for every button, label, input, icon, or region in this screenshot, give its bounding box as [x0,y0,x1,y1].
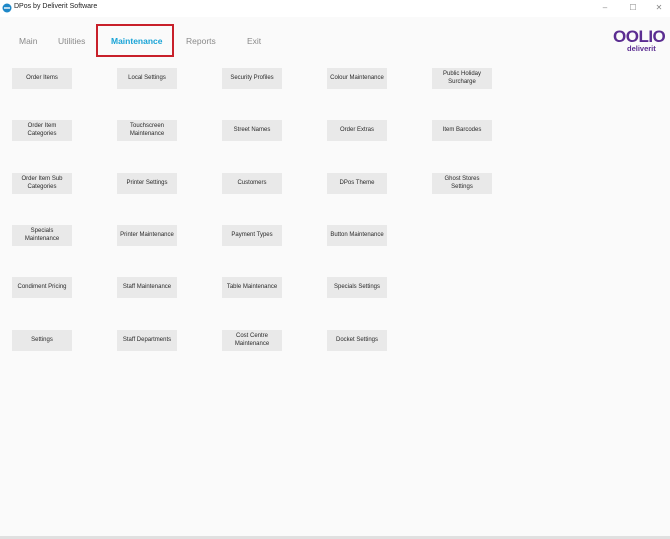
dpos-theme-button[interactable]: DPos Theme [327,173,387,194]
item-barcodes-button[interactable]: Item Barcodes [432,120,492,141]
staff-maintenance-button[interactable]: Staff Maintenance [117,277,177,298]
specials-maintenance-button[interactable]: Specials Maintenance [12,225,72,246]
title-bar: DPos by Deliverit Software – ☐ ✕ [0,0,670,17]
button-maintenance-button[interactable]: Button Maintenance [327,225,387,246]
local-settings-button[interactable]: Local Settings [117,68,177,89]
order-item-sub-categories-button[interactable]: Order Item Sub Categories [12,173,72,194]
colour-maintenance-button[interactable]: Colour Maintenance [327,68,387,89]
app-icon [2,3,12,13]
street-names-button[interactable]: Street Names [222,120,282,141]
oolio-logo: OOLIO deliverit [613,28,669,56]
window-title: DPos by Deliverit Software [14,3,98,10]
cost-centre-maintenance-button[interactable]: Cost Centre Maintenance [222,330,282,351]
maximize-button[interactable]: ☐ [624,2,642,14]
payment-types-button[interactable]: Payment Types [222,225,282,246]
tab-reports[interactable]: Reports [186,36,216,46]
table-maintenance-button[interactable]: Table Maintenance [222,277,282,298]
customers-button[interactable]: Customers [222,173,282,194]
tab-main[interactable]: Main [19,36,37,46]
staff-departments-button[interactable]: Staff Departments [117,330,177,351]
condiment-pricing-button[interactable]: Condiment Pricing [12,277,72,298]
tab-exit[interactable]: Exit [247,36,261,46]
minimize-button[interactable]: – [596,2,614,14]
touchscreen-maintenance-button[interactable]: Touchscreen Maintenance [117,120,177,141]
public-holiday-surcharge-button[interactable]: Public Holiday Surcharge [432,68,492,89]
security-profiles-button[interactable]: Security Profiles [222,68,282,89]
logo-subtext: deliverit [627,44,656,53]
settings-button[interactable]: Settings [12,330,72,351]
specials-settings-button[interactable]: Specials Settings [327,277,387,298]
ghost-stores-settings-button[interactable]: Ghost Stores Settings [432,173,492,194]
order-item-categories-button[interactable]: Order Item Categories [12,120,72,141]
printer-settings-button[interactable]: Printer Settings [117,173,177,194]
order-extras-button[interactable]: Order Extras [327,120,387,141]
logo-wordmark: OOLIO [613,27,666,46]
active-tab-highlight [96,24,174,57]
docket-settings-button[interactable]: Docket Settings [327,330,387,351]
printer-maintenance-button[interactable]: Printer Maintenance [117,225,177,246]
tab-utilities[interactable]: Utilities [58,36,85,46]
close-button[interactable]: ✕ [650,2,668,14]
order-items-button[interactable]: Order Items [12,68,72,89]
